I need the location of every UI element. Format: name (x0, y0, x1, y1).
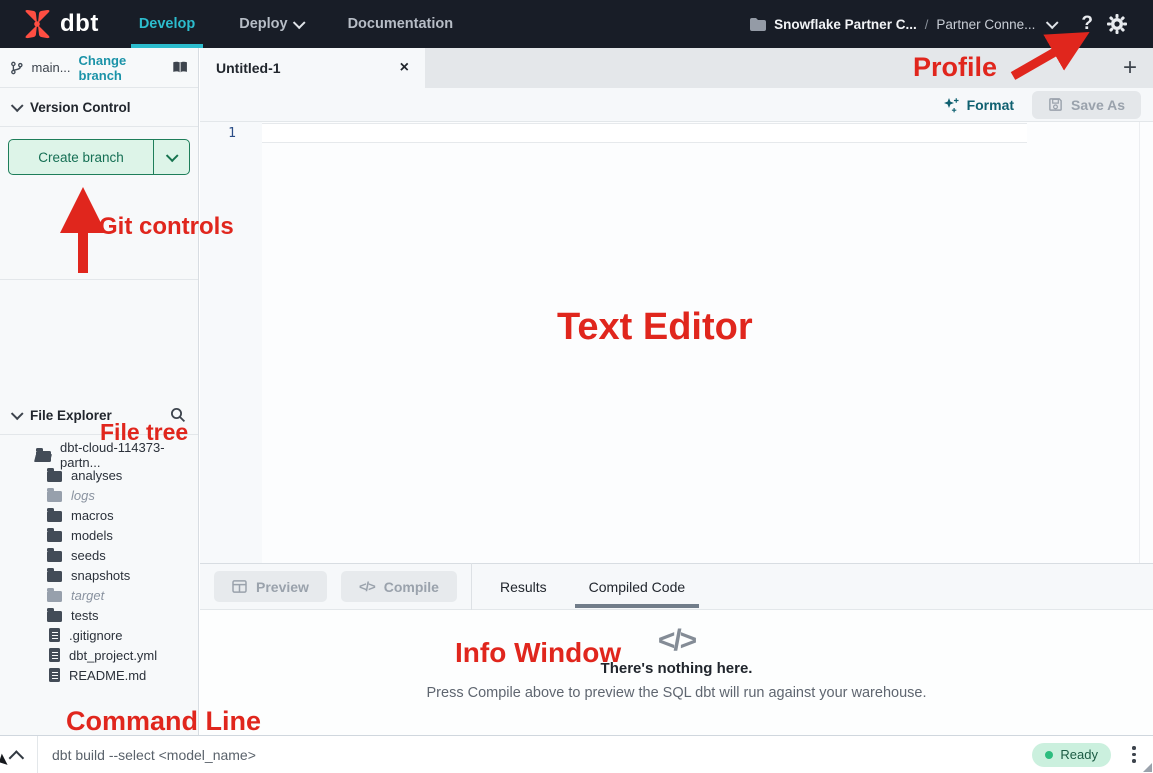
folder-icon (47, 611, 62, 622)
project-breadcrumb[interactable]: Snowflake Partner C... / Partner Conne..… (750, 17, 1057, 32)
left-sidebar: main... Change branch Version Control Cr… (0, 48, 199, 735)
tree-item-seeds[interactable]: seeds (0, 545, 198, 565)
nav-deploy[interactable]: Deploy (217, 0, 325, 48)
project-name: Partner Conne... (936, 17, 1035, 32)
format-button[interactable]: Format (943, 97, 1014, 113)
minimap-divider (1139, 122, 1140, 563)
command-input[interactable]: dbt build --select <model_name> (38, 747, 1032, 763)
panel-divider (471, 563, 472, 610)
folder-icon (47, 511, 62, 522)
file-icon (49, 668, 60, 682)
command-line-bar: dbt build --select <model_name> Ready (0, 735, 1153, 773)
save-as-button[interactable]: Save As (1032, 91, 1141, 119)
empty-state-title: There's nothing here. (200, 660, 1153, 677)
tab-untitled-1[interactable]: Untitled-1 × (200, 48, 425, 88)
status-badge: Ready (1032, 743, 1111, 767)
chevron-down-icon (1047, 19, 1057, 29)
chevron-down-icon (12, 410, 22, 420)
tree-item-models[interactable]: models (0, 525, 198, 545)
tree-item-dbt-project-yml[interactable]: dbt_project.yml (0, 645, 198, 665)
docs-book-icon[interactable] (172, 60, 188, 75)
tree-item-snapshots[interactable]: snapshots (0, 565, 198, 585)
compile-button[interactable]: </> Compile (341, 571, 457, 602)
folder-icon (47, 491, 62, 502)
chevron-down-icon (167, 152, 177, 162)
chevron-down-icon (294, 19, 304, 29)
annotation-file-tree: File tree (100, 419, 188, 446)
folder-icon (47, 591, 62, 602)
top-navbar: dbt Develop Deploy Documentation Snowfla… (0, 0, 1153, 48)
code-icon: </> (359, 579, 375, 594)
dbt-cloud-ide: dbt Develop Deploy Documentation Snowfla… (0, 0, 1153, 773)
dbt-logo-icon (22, 9, 52, 39)
annotation-text-editor: Text Editor (557, 306, 753, 349)
new-tab-button[interactable]: + (1107, 48, 1153, 88)
status-dot (1045, 751, 1053, 759)
tree-item-gitignore[interactable]: .gitignore (0, 625, 198, 645)
preview-button[interactable]: Preview (214, 571, 327, 602)
editor-toolbar: Format Save As (200, 88, 1153, 122)
branch-bar: main... Change branch (0, 48, 198, 88)
preview-table-icon (232, 580, 247, 593)
tab-results[interactable]: Results (486, 563, 561, 610)
editor-tabstrip: Untitled-1 × + (200, 48, 1153, 88)
info-window: </> There's nothing here. Press Compile … (200, 610, 1153, 735)
chevron-down-icon (12, 102, 22, 112)
tab-label: Untitled-1 (216, 60, 390, 76)
annotation-profile: Profile (913, 52, 997, 83)
folder-icon (47, 571, 62, 582)
annotation-info-window: Info Window (455, 637, 621, 669)
line-number-gutter: 1 (200, 122, 262, 563)
current-line-highlight[interactable] (262, 123, 1027, 143)
folder-icon (47, 551, 62, 562)
account-name: Snowflake Partner C... (774, 17, 917, 32)
folder-icon (47, 531, 62, 542)
version-control-header[interactable]: Version Control (0, 88, 198, 127)
create-branch-button[interactable]: Create branch (8, 139, 190, 175)
create-branch-caret[interactable] (154, 140, 189, 174)
tab-compiled-code[interactable]: Compiled Code (575, 563, 700, 610)
file-icon (49, 628, 60, 642)
git-branch-icon (10, 60, 24, 76)
version-control-body: Create branch (0, 127, 198, 280)
annotation-command-line: Command Line (66, 706, 261, 737)
bottom-panel-header: Preview </> Compile Results Compiled Cod… (200, 563, 1153, 610)
folder-open-icon (36, 451, 51, 462)
brand-name: dbt (60, 10, 99, 38)
version-control-title: Version Control (30, 100, 131, 115)
folder-icon (750, 18, 766, 31)
breadcrumb-separator: / (925, 17, 929, 32)
tree-item-readme[interactable]: README.md (0, 665, 198, 685)
help-icon[interactable]: ? (1081, 13, 1093, 35)
code-icon: </> (200, 624, 1153, 658)
close-tab-icon[interactable]: × (400, 60, 409, 76)
tree-item-logs[interactable]: logs (0, 485, 198, 505)
annotation-git-controls: Git controls (99, 213, 234, 241)
line-number: 1 (228, 126, 236, 141)
empty-state-subtitle: Press Compile above to preview the SQL d… (200, 685, 1153, 701)
file-tree: dbt-cloud-114373-partn... analyses logs … (0, 435, 198, 685)
tree-item-tests[interactable]: tests (0, 605, 198, 625)
save-floppy-icon (1048, 97, 1063, 112)
create-branch-label[interactable]: Create branch (9, 140, 154, 174)
nav-documentation[interactable]: Documentation (326, 0, 476, 48)
tree-item-macros[interactable]: macros (0, 505, 198, 525)
sparkles-icon (943, 97, 959, 113)
dbt-logo[interactable]: dbt (0, 9, 117, 39)
change-branch-link[interactable]: Change branch (79, 53, 164, 83)
overflow-menu-icon[interactable] (1125, 746, 1143, 763)
file-icon (49, 648, 60, 662)
current-branch: main... (32, 60, 71, 75)
settings-gear-icon[interactable] (1107, 14, 1127, 34)
folder-icon (47, 471, 62, 482)
tree-item-project-root[interactable]: dbt-cloud-114373-partn... (0, 445, 198, 465)
tree-item-target[interactable]: target (0, 585, 198, 605)
resize-handle[interactable] (1143, 763, 1152, 772)
nav-develop[interactable]: Develop (117, 0, 217, 48)
